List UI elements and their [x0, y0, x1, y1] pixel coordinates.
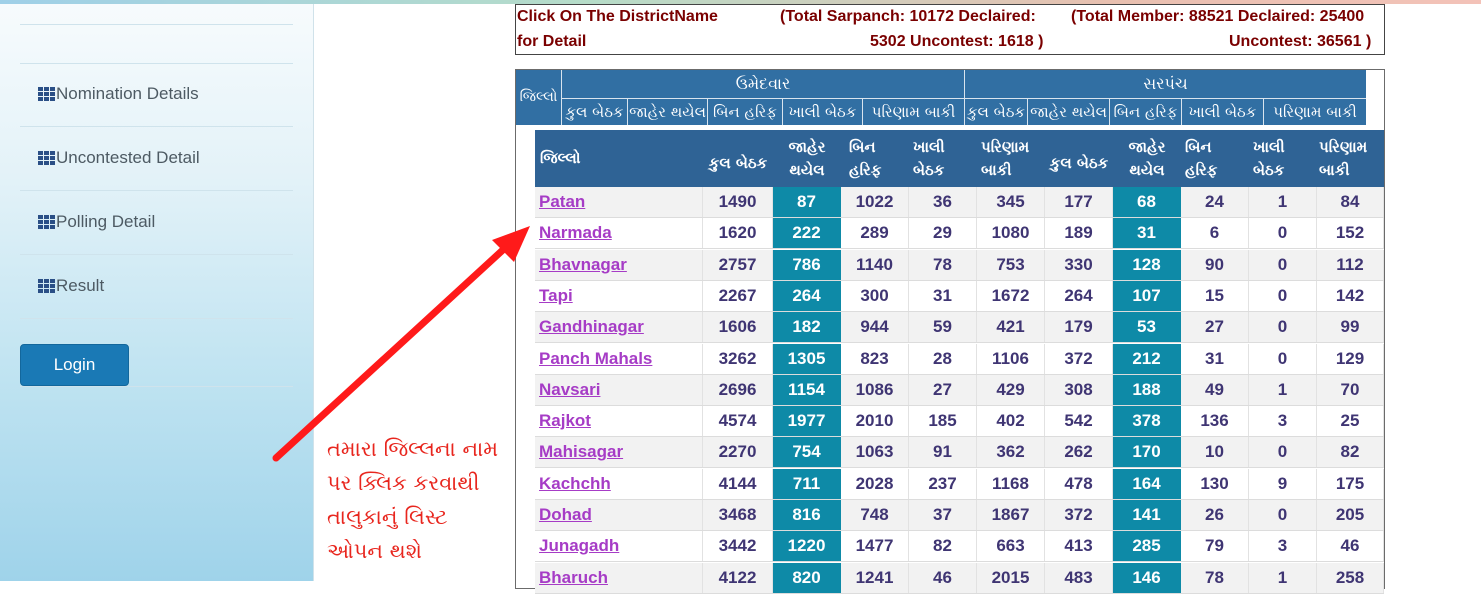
annotation-arrow [272, 226, 530, 462]
annotation-text: તમારા જિલ્લના નામ પર ક્લિક કરવાથી તાલુકા… [327, 437, 499, 563]
